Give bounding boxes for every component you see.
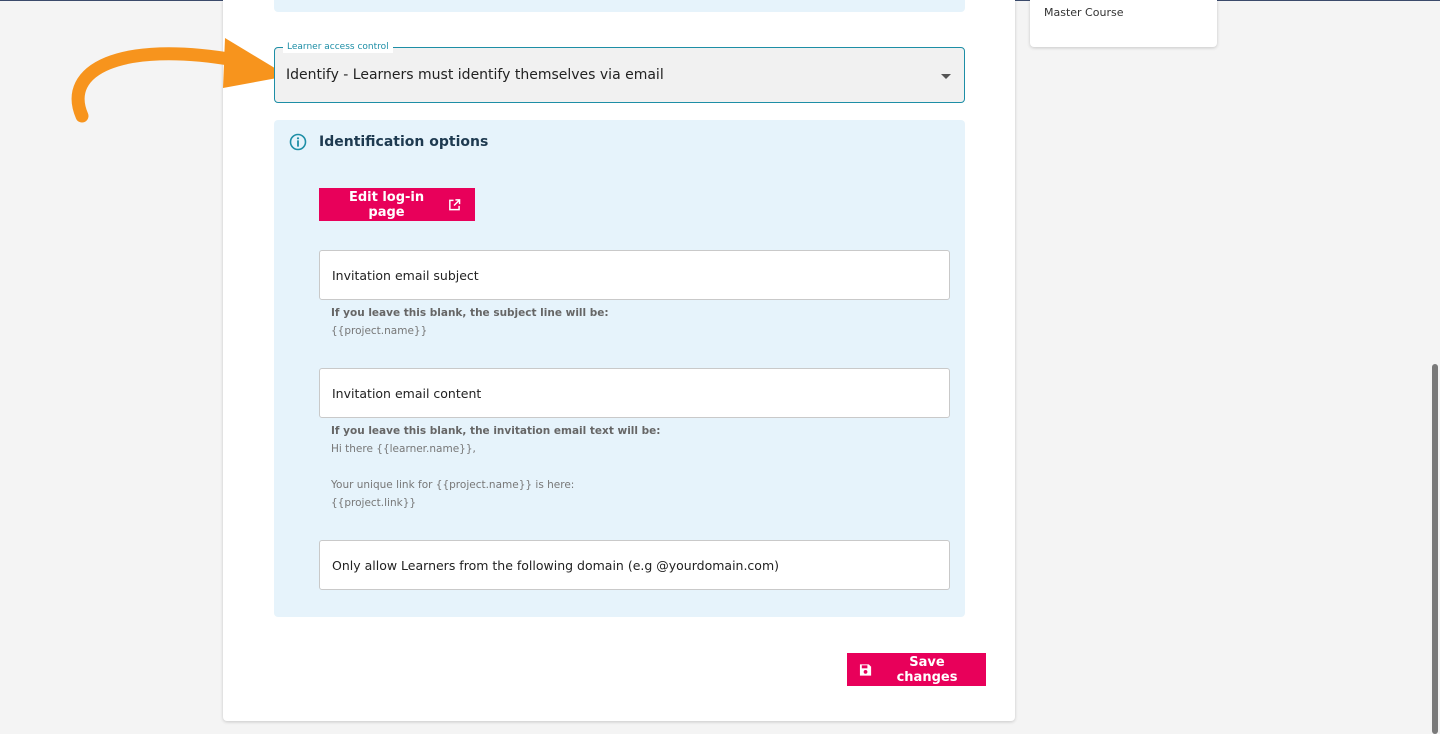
edit-login-page-button[interactable]: Edit log-in page [319, 188, 475, 221]
previous-panel [274, 0, 965, 12]
orange-arrow-icon [71, 38, 288, 123]
subject-hint-label: If you leave this blank, the subject lin… [331, 307, 609, 319]
allowed-domain-input[interactable]: Only allow Learners from the following d… [319, 540, 950, 590]
content-hint-label: If you leave this blank, the invitation … [331, 425, 661, 437]
learner-access-value: Identify - Learners must identify themse… [286, 67, 664, 83]
info-icon [289, 133, 307, 151]
content-hint-line1: Hi there {{learner.name}}, [331, 443, 476, 455]
learner-access-label: Learner access control [283, 41, 393, 53]
identification-options-title: Identification options [319, 134, 489, 150]
invitation-content-input[interactable]: Invitation email content [319, 368, 950, 418]
allowed-domain-placeholder: Only allow Learners from the following d… [332, 557, 780, 573]
content-hint: If you leave this blank, the invitation … [331, 422, 660, 512]
save-changes-label: Save changes [896, 654, 958, 685]
invitation-subject-input[interactable]: Invitation email subject [319, 250, 950, 300]
identification-options-panel: Identification options Edit log-in page … [274, 120, 965, 617]
floppy-disk-icon [859, 663, 872, 676]
content-hint-line3: {{project.link}} [331, 497, 417, 509]
page-scrollbar[interactable] [1432, 364, 1438, 734]
content-hint-line2: Your unique link for {{project.name}} is… [331, 479, 575, 491]
subject-hint-value: {{project.name}} [331, 325, 428, 337]
invitation-subject-placeholder: Invitation email subject [332, 267, 479, 283]
invitation-content-placeholder: Invitation email content [332, 385, 482, 401]
save-changes-button[interactable]: Save changes [847, 653, 986, 686]
course-card[interactable]: Master Course [1030, 0, 1217, 47]
caret-down-icon [941, 74, 951, 79]
subject-hint: If you leave this blank, the subject lin… [331, 304, 609, 340]
course-card-title: Master Course [1044, 6, 1124, 19]
learner-access-select[interactable]: Learner access control Identify - Learne… [274, 41, 965, 103]
edit-login-page-label: Edit log-in page [348, 189, 425, 220]
external-link-icon [449, 198, 461, 210]
